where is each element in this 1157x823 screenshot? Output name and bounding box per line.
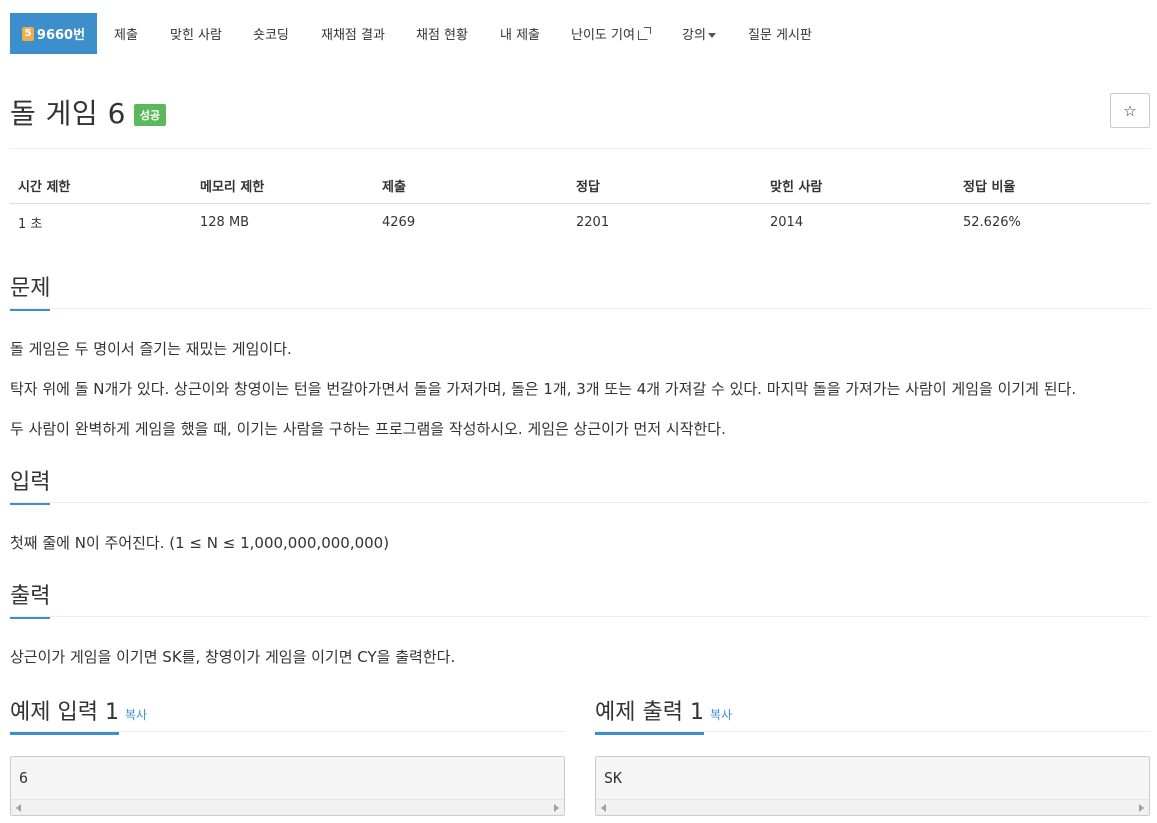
sample-output-header: 예제 출력 1 복사: [595, 694, 1150, 735]
sample-output-title: 예제 출력 1: [595, 694, 704, 735]
header-memory-limit: 메모리 제한: [200, 180, 265, 195]
section-divider: [10, 308, 1150, 309]
problem-info-table: 시간 제한 메모리 제한 제출 정답 맞힌 사람 정답 비율 1 초 128 M…: [10, 168, 1150, 240]
section-divider: [10, 502, 1150, 503]
nav-item-my-submissions[interactable]: 내 제출: [500, 24, 540, 43]
header-accepted: 정답: [576, 180, 600, 195]
html5-badge-icon: 5: [21, 26, 34, 41]
page-title: 돌 게임 6: [10, 97, 126, 130]
problem-section-title: 문제: [10, 270, 51, 311]
external-link-icon: [637, 27, 651, 40]
submissions-value: 4269: [382, 214, 416, 230]
problem-description-line: 돌 게임은 두 명이서 즐기는 재밌는 게임이다.: [10, 340, 292, 358]
header-submissions: 제출: [382, 180, 406, 195]
input-section-header: 입력: [10, 464, 1150, 505]
nav-item-board[interactable]: 질문 게시판: [748, 24, 812, 43]
problem-section-header: 문제: [10, 270, 1150, 311]
nav-item-difficulty[interactable]: 난이도 기여: [571, 24, 651, 43]
sample-output-box[interactable]: SK: [595, 756, 1150, 816]
star-icon: ☆: [1123, 101, 1137, 120]
scroll-right-icon[interactable]: [554, 804, 559, 812]
problem-id-label: 9660번: [36, 28, 86, 43]
scroll-left-icon[interactable]: [601, 804, 606, 812]
title-divider: [10, 148, 1150, 149]
problem-nav: 5 9660번 제출 맞힌 사람 숏코딩 재채점 결과 채점 현황 내 제출 난…: [0, 0, 1157, 66]
problem-description-line: 두 사람이 완벽하게 게임을 했을 때, 이기는 사람을 구하는 프로그램을 작…: [10, 420, 726, 438]
scroll-right-icon[interactable]: [1139, 804, 1144, 812]
star-button[interactable]: ☆: [1110, 93, 1150, 128]
nav-item-submit[interactable]: 제출: [114, 24, 138, 43]
nav-item-rejudge[interactable]: 재채점 결과: [321, 24, 385, 43]
sample-input-value: 6: [19, 769, 29, 787]
caret-down-icon: [707, 33, 716, 38]
nav-item-solved-users[interactable]: 맞힌 사람: [170, 24, 222, 43]
section-divider: [10, 731, 565, 732]
sample-input-header: 예제 입력 1 복사: [10, 694, 565, 735]
input-description: 첫째 줄에 N이 주어진다. (1 ≤ N ≤ 1,000,000,000,00…: [10, 534, 390, 552]
section-divider: [595, 731, 1150, 732]
nav-item-short-coding[interactable]: 숏코딩: [253, 24, 289, 43]
solved-users-value: 2014: [770, 214, 804, 230]
copy-output-button[interactable]: 복사: [710, 708, 732, 722]
input-section-title: 입력: [10, 464, 51, 505]
header-accept-ratio: 정답 비율: [963, 180, 1016, 195]
lecture-label: 강의: [682, 28, 706, 43]
sample-input-box[interactable]: 6: [10, 756, 565, 816]
accepted-value: 2201: [576, 214, 610, 230]
output-section-header: 출력: [10, 578, 1150, 619]
nav-item-problem[interactable]: 5 9660번: [10, 13, 97, 54]
output-section-title: 출력: [10, 578, 51, 619]
nav-item-lecture[interactable]: 강의: [682, 24, 716, 43]
copy-input-button[interactable]: 복사: [125, 708, 147, 722]
problem-description-line: 탁자 위에 돌 N개가 있다. 상근이와 창영이는 턴을 번갈아가면서 돌을 가…: [10, 380, 1077, 398]
table-header-row: 시간 제한 메모리 제한 제출 정답 맞힌 사람 정답 비율: [10, 168, 1150, 204]
sample-output-value: SK: [604, 769, 623, 787]
title-row: 돌 게임 6 성공: [10, 92, 167, 132]
time-limit-value: 1 초: [18, 216, 43, 232]
scroll-left-icon[interactable]: [16, 804, 21, 812]
table-row: 1 초 128 MB 4269 2201 2014 52.626%: [10, 204, 1150, 240]
header-solved-users: 맞힌 사람: [770, 180, 823, 195]
output-description: 상근이가 게임을 이기면 SK를, 창영이가 게임을 이기면 CY을 출력한다.: [10, 648, 456, 666]
status-badge: 성공: [133, 104, 167, 126]
section-divider: [10, 616, 1150, 617]
horizontal-scrollbar[interactable]: [11, 799, 564, 815]
horizontal-scrollbar[interactable]: [596, 799, 1149, 815]
header-time-limit: 시간 제한: [18, 180, 71, 195]
memory-limit-value: 128 MB: [200, 214, 250, 230]
difficulty-label: 난이도 기여: [571, 28, 635, 43]
sample-input-title: 예제 입력 1: [10, 694, 119, 735]
accept-ratio-value: 52.626%: [963, 214, 1021, 230]
nav-item-status[interactable]: 채점 현황: [416, 24, 468, 43]
